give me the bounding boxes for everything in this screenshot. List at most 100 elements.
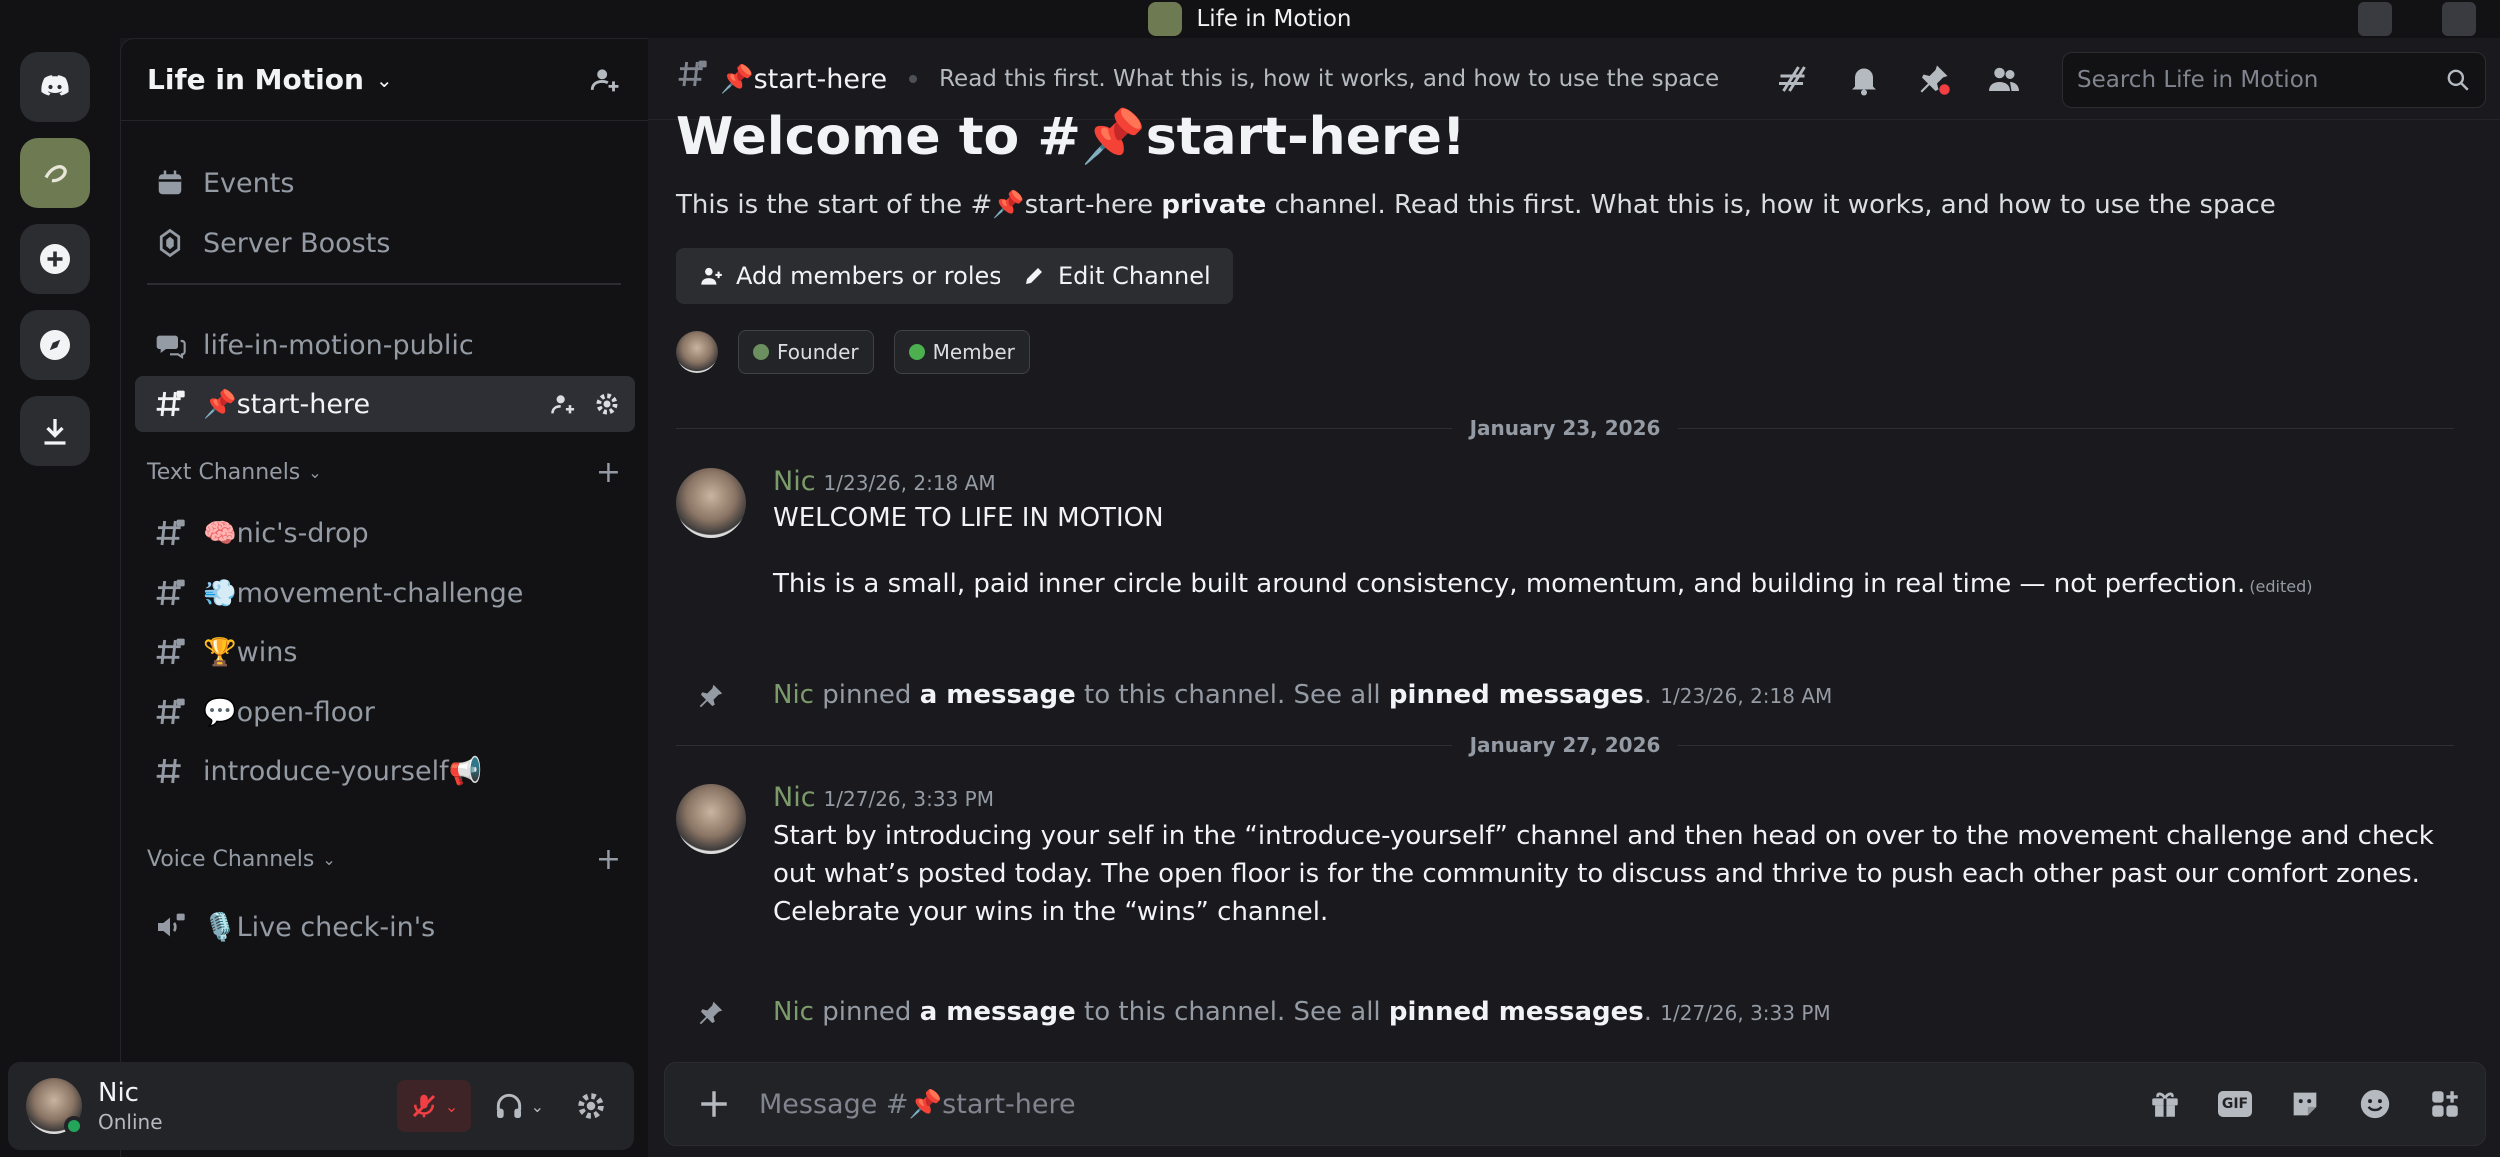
calendar-icon: [153, 166, 187, 200]
message-timestamp: 1/27/26, 3:33 PM: [823, 787, 994, 811]
search-input[interactable]: [2077, 67, 2445, 93]
search-box[interactable]: [2062, 52, 2486, 108]
pin-icon: [699, 1001, 723, 1025]
add-members-button[interactable]: Add members or roles: [676, 248, 1024, 304]
locked-hash-icon: [153, 516, 187, 550]
sidebar-item-events[interactable]: Events: [135, 155, 635, 211]
role-pill-founder[interactable]: Founder: [738, 330, 874, 374]
message[interactable]: Nic 1/27/26, 3:33 PM Start by introducing…: [676, 782, 2466, 972]
server-header[interactable]: Life in Motion ⌄: [121, 39, 648, 121]
sidebar-channel-label: 🎙️Live check-in's: [203, 912, 436, 943]
edit-channel-button[interactable]: Edit Channel: [1000, 248, 1233, 304]
system-message-pin: Nic pinned a message to this channel. Se…: [676, 675, 2466, 715]
chevron-down-icon[interactable]: ⌄: [531, 1097, 544, 1116]
gift-button[interactable]: [2145, 1084, 2185, 1124]
server-life-in-motion[interactable]: [20, 138, 90, 208]
bell-icon[interactable]: [1846, 61, 1882, 97]
voice-controls: ⌄ ⌄: [396, 1080, 616, 1132]
threads-icon[interactable]: [1776, 61, 1812, 97]
inbox-icon[interactable]: [2358, 2, 2392, 36]
sidebar-channel-public[interactable]: life-in-motion-public: [135, 317, 635, 373]
pinned-message-link[interactable]: a message: [920, 997, 1076, 1027]
window-title-text: Life in Motion: [1196, 6, 1352, 32]
deafen-button[interactable]: ⌄: [485, 1080, 552, 1132]
user-settings-button[interactable]: [566, 1080, 616, 1132]
sticker-button[interactable]: [2285, 1084, 2325, 1124]
sidebar-voice-live-check-ins[interactable]: 🎙️Live check-in's: [135, 899, 635, 955]
header-toolbar: [1776, 61, 2022, 97]
headphones-icon: [496, 1093, 521, 1118]
forum-channel-icon: [153, 328, 187, 362]
message-author[interactable]: Nic: [773, 782, 816, 813]
gif-icon: GIF: [2217, 1091, 2253, 1117]
member-list-icon[interactable]: [1986, 61, 2022, 97]
gear-icon[interactable]: [593, 390, 621, 418]
attach-button[interactable]: [679, 1069, 749, 1139]
invite-people-icon[interactable]: [588, 63, 622, 97]
sidebar-channel-start-here[interactable]: 📌start-here: [135, 376, 635, 432]
date-label: January 23, 2026: [1469, 416, 1661, 440]
channel-topic[interactable]: Read this first. What this is, how it wo…: [939, 66, 1719, 92]
system-message-pin: Nic pinned a message to this channel. Se…: [676, 992, 2466, 1032]
create-channel-icon[interactable]: +: [596, 455, 621, 490]
locked-hash-icon: [153, 695, 187, 729]
date-divider: January 23, 2026: [676, 413, 2454, 443]
direct-messages-button[interactable]: [20, 52, 90, 122]
locked-hash-icon: [676, 58, 708, 99]
sidebar-channel-movement-challenge[interactable]: 💨movement-challenge: [135, 565, 635, 621]
window-titlebar: Life in Motion: [0, 0, 2500, 38]
message[interactable]: Nic 1/23/26, 2:18 AM WELCOME TO LIFE IN M…: [676, 466, 2466, 666]
composer-actions: GIF: [2145, 1084, 2465, 1124]
emoji-button[interactable]: [2355, 1084, 2395, 1124]
create-invite-icon[interactable]: [549, 390, 577, 418]
category-voice-channels[interactable]: Voice Channels ⌄ +: [147, 841, 621, 877]
sidebar-channel-label: 💬open-floor: [203, 697, 375, 728]
pinned-messages-link[interactable]: pinned messages: [1389, 997, 1644, 1027]
sidebar-channel-label: 💨movement-challenge: [203, 578, 524, 609]
welcome-desc-prefix: This is the start of the #📌start-here: [676, 190, 1162, 220]
sidebar-item-server-boosts[interactable]: Server Boosts: [135, 215, 635, 271]
sidebar-channel-open-floor[interactable]: 💬open-floor: [135, 684, 635, 740]
user-meta[interactable]: Nic Online: [98, 1078, 163, 1134]
chevron-down-icon[interactable]: ⌄: [445, 1097, 458, 1116]
sidebar-item-label: Server Boosts: [203, 227, 391, 259]
system-text: pinned: [813, 680, 920, 710]
chevron-down-icon: ⌄: [375, 67, 393, 92]
gif-button[interactable]: GIF: [2215, 1084, 2255, 1124]
pin-icon[interactable]: [1916, 61, 1952, 97]
system-text: .: [1643, 680, 1661, 710]
download-apps-button[interactable]: [20, 396, 90, 466]
avatar[interactable]: [676, 331, 718, 373]
system-author[interactable]: Nic: [773, 680, 814, 710]
avatar[interactable]: [676, 468, 746, 538]
mute-button[interactable]: ⌄: [396, 1080, 471, 1132]
system-author[interactable]: Nic: [773, 997, 814, 1027]
message-author[interactable]: Nic: [773, 466, 816, 497]
message-input[interactable]: [759, 1088, 2145, 1120]
add-server-button[interactable]: [20, 224, 90, 294]
system-message-text: Nic pinned a message to this channel. Se…: [773, 997, 1831, 1027]
role-pill-member[interactable]: Member: [893, 330, 1030, 374]
category-text-channels[interactable]: Text Channels ⌄ +: [147, 454, 621, 490]
divider-line: [1678, 427, 2454, 429]
sidebar-channel-wins[interactable]: 🏆wins: [135, 624, 635, 680]
sidebar-channel-nics-drop[interactable]: 🧠nic's-drop: [135, 505, 635, 561]
message-text: Start by introducing your self in the “i…: [773, 821, 2434, 927]
avatar[interactable]: [26, 1078, 84, 1136]
pin-icon: [699, 684, 723, 708]
add-members-label: Add members or roles: [736, 262, 1002, 290]
discover-button[interactable]: [20, 310, 90, 380]
sidebar-channel-introduce-yourself[interactable]: introduce-yourself📢: [135, 743, 635, 799]
sidebar-channel-label: introduce-yourself📢: [203, 756, 483, 787]
role-name: Founder: [777, 340, 859, 364]
role-color-dot: [753, 344, 769, 360]
apps-button[interactable]: [2425, 1084, 2465, 1124]
locked-hash-icon: [153, 576, 187, 610]
create-channel-icon[interactable]: +: [596, 842, 621, 877]
plus-circle-icon: [40, 244, 70, 274]
help-icon[interactable]: [2442, 2, 2476, 36]
message-text: This is a small, paid inner circle built…: [773, 569, 2246, 599]
pinned-messages-link[interactable]: pinned messages: [1389, 680, 1644, 710]
avatar[interactable]: [676, 784, 746, 854]
pinned-message-link[interactable]: a message: [920, 680, 1076, 710]
